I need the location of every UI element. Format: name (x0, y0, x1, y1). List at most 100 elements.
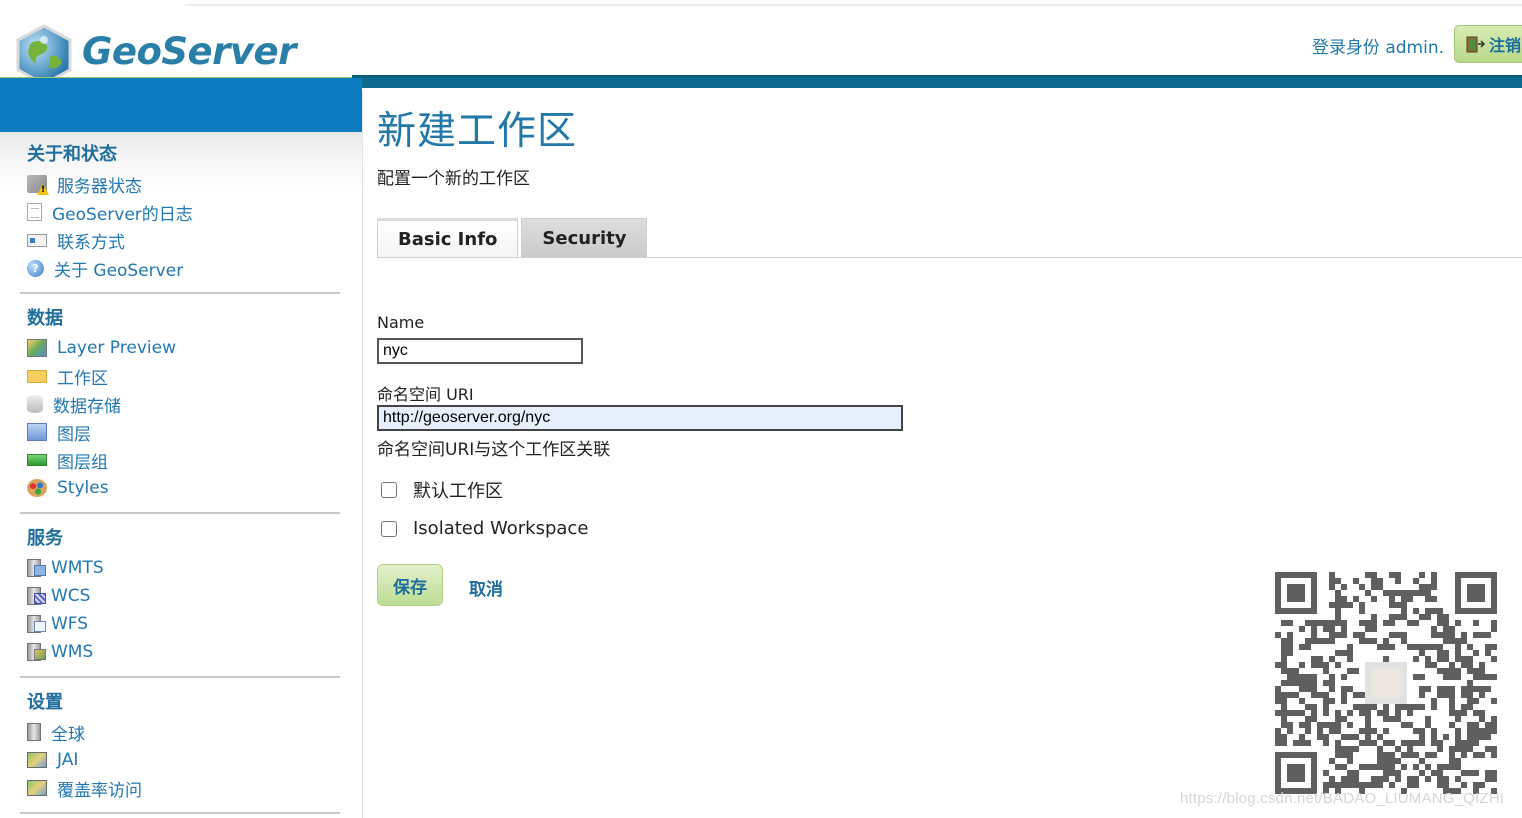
sidebar-item-about[interactable]: ? 关于 GeoServer (20, 254, 340, 282)
sidebar-item-global[interactable]: 全球 (20, 718, 340, 746)
qr-module (1491, 716, 1497, 722)
sidebar-item-stores[interactable]: 数据存储 (20, 390, 340, 418)
sidebar-item-wfs[interactable]: WFS (20, 610, 340, 638)
qr-module (1419, 614, 1425, 620)
qr-module (1461, 662, 1467, 668)
qr-module (1437, 650, 1443, 656)
save-button[interactable]: 保存 (377, 564, 443, 606)
qr-module (1335, 728, 1341, 734)
wms-service-icon (27, 643, 46, 661)
qr-module (1383, 704, 1389, 710)
qr-module (1347, 656, 1353, 662)
qr-module (1437, 782, 1443, 788)
qr-module (1437, 746, 1443, 752)
nav-section-title: 服务 (27, 528, 63, 549)
qr-module (1419, 692, 1425, 698)
sidebar-item-layers[interactable]: 图层 (20, 418, 340, 446)
qr-module (1491, 728, 1497, 734)
qr-module (1491, 626, 1497, 632)
tab-basic-info[interactable]: Basic Info (377, 218, 519, 258)
qr-module (1491, 620, 1497, 626)
tab-security[interactable]: Security (521, 218, 648, 258)
qr-module (1467, 770, 1473, 776)
sidebar-item-coverage-access[interactable]: 覆盖率访问 (20, 774, 340, 802)
qr-module (1383, 656, 1389, 662)
sidebar-item-wmts[interactable]: WMTS (20, 554, 340, 582)
tab-divider (377, 257, 1522, 258)
namespace-uri-input[interactable] (377, 405, 903, 431)
qr-module (1425, 644, 1431, 650)
qr-module (1437, 686, 1443, 692)
qr-module (1389, 620, 1395, 626)
cancel-link[interactable]: 取消 (469, 575, 503, 600)
qr-module (1287, 710, 1293, 716)
qr-module (1491, 770, 1497, 776)
sidebar-item-contact[interactable]: 联系方式 (20, 226, 340, 254)
qr-module (1335, 716, 1341, 722)
qr-module (1425, 656, 1431, 662)
sidebar-item-layer-preview[interactable]: Layer Preview (20, 334, 340, 362)
qr-module (1455, 734, 1461, 740)
wcs-service-icon (27, 587, 46, 605)
sidebar-item-logs[interactable]: GeoServer的日志 (20, 198, 340, 226)
sidebar-item-layer-groups[interactable]: 图层组 (20, 446, 340, 474)
content-header-band (362, 78, 1522, 88)
qr-module (1449, 704, 1455, 710)
qr-module (1413, 740, 1419, 746)
qr-module (1383, 620, 1389, 626)
qr-module (1341, 596, 1347, 602)
qr-module (1437, 692, 1443, 698)
qr-module (1425, 686, 1431, 692)
qr-module (1377, 578, 1383, 584)
qr-module (1389, 572, 1395, 578)
qr-module (1359, 632, 1365, 638)
nav-section-about: 关于和状态 服务器状态 GeoServer的日志 联系方式 ? 关于 GeoSe… (20, 140, 340, 294)
qr-module (1323, 710, 1329, 716)
map-preview-icon (27, 339, 47, 357)
qr-module (1389, 770, 1395, 776)
qr-module (1335, 764, 1341, 770)
qr-module (1395, 632, 1401, 638)
qr-module (1305, 728, 1311, 734)
qr-module (1479, 668, 1485, 674)
qr-module (1413, 776, 1419, 782)
qr-module (1425, 722, 1431, 728)
qr-module (1407, 746, 1413, 752)
section-divider (20, 812, 340, 814)
qr-module (1479, 686, 1485, 692)
sidebar-item-wcs[interactable]: WCS (20, 582, 340, 610)
qr-module (1299, 710, 1305, 716)
sidebar: 关于和状态 服务器状态 GeoServer的日志 联系方式 ? 关于 GeoSe… (0, 132, 362, 818)
qr-module (1485, 674, 1491, 680)
sidebar-item-workspaces[interactable]: 工作区 (20, 362, 340, 390)
sidebar-item-server-status[interactable]: 服务器状态 (20, 170, 340, 198)
qr-module (1275, 734, 1281, 740)
qr-module (1431, 704, 1437, 710)
logout-button[interactable]: 注销 (1454, 25, 1522, 63)
default-workspace-checkbox[interactable] (381, 482, 397, 498)
qr-module (1455, 620, 1461, 626)
qr-module (1419, 686, 1425, 692)
app-name: GeoServer (82, 30, 296, 73)
sidebar-item-wms[interactable]: WMS (20, 638, 340, 666)
login-status: 登录身份 admin. (1311, 38, 1444, 58)
qr-module (1281, 644, 1287, 650)
sidebar-item-label: 全球 (51, 724, 85, 745)
qr-module (1353, 776, 1359, 782)
sidebar-item-styles[interactable]: Styles (20, 474, 340, 502)
isolated-workspace-checkbox[interactable] (381, 520, 397, 537)
qr-module (1437, 740, 1443, 746)
qr-module (1467, 740, 1473, 746)
sidebar-item-jai[interactable]: JAI (20, 746, 340, 774)
qr-module (1383, 758, 1389, 764)
qr-module (1401, 614, 1407, 620)
qr-module (1353, 734, 1359, 740)
qr-module (1461, 782, 1467, 788)
qr-module (1395, 746, 1401, 752)
name-input[interactable] (377, 338, 583, 364)
qr-module (1317, 620, 1323, 626)
qr-module (1275, 728, 1281, 734)
qr-module (1395, 716, 1401, 722)
qr-module (1275, 740, 1281, 746)
qr-module (1299, 686, 1305, 692)
